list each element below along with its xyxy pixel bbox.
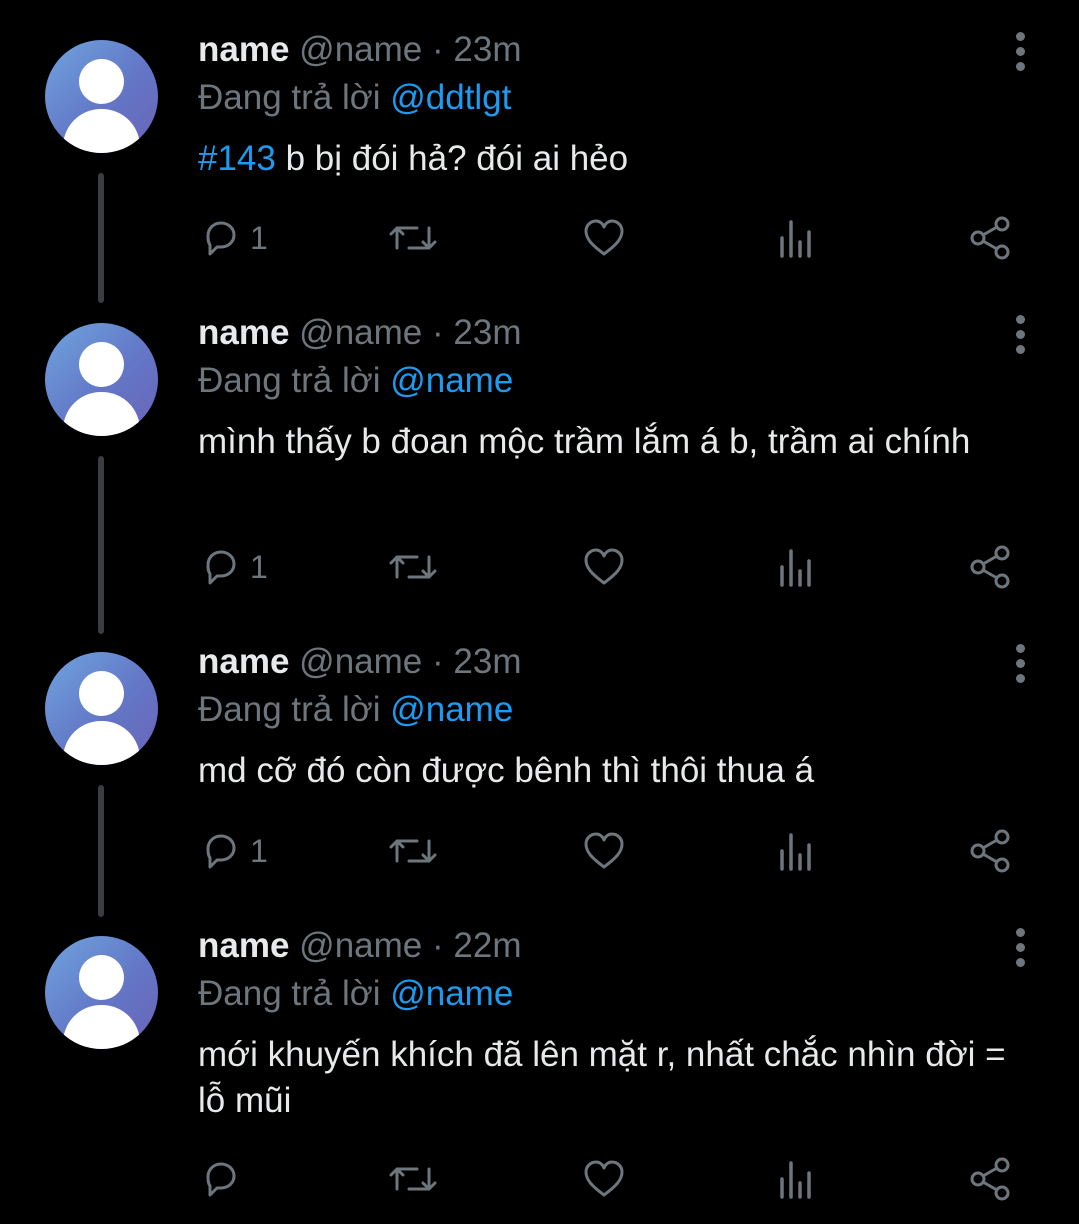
more-icon[interactable] xyxy=(1008,644,1034,684)
avatar[interactable] xyxy=(45,323,158,436)
more-icon[interactable] xyxy=(1008,32,1034,72)
analytics-button[interactable] xyxy=(778,1157,816,1201)
reply-button[interactable] xyxy=(200,1157,250,1201)
reply-button[interactable]: 1 xyxy=(200,216,268,260)
tweet-text: md cỡ đó còn được bênh thì thôi thua á xyxy=(198,748,1018,794)
like-button[interactable] xyxy=(582,216,626,260)
retweet-button[interactable] xyxy=(387,545,439,589)
separator-dot: · xyxy=(432,642,444,681)
retweet-button[interactable] xyxy=(387,216,439,260)
user-handle[interactable]: @name xyxy=(299,642,422,681)
reply-count: 1 xyxy=(250,220,268,256)
tweet-header: name @name · 23m xyxy=(198,30,521,70)
reply-mention-link[interactable]: @name xyxy=(390,974,513,1013)
analytics-icon xyxy=(780,833,811,871)
share-icon xyxy=(970,545,1010,589)
tweet-text: mình thấy b đoan mộc trầm lắm á b, trầm … xyxy=(198,419,1018,465)
timestamp[interactable]: 23m xyxy=(453,642,521,681)
tweet-header: name @name · 23m xyxy=(198,313,521,353)
reply-button[interactable]: 1 xyxy=(200,545,268,589)
tweet-body: md cỡ đó còn được bênh thì thôi thua á xyxy=(198,751,815,790)
like-button[interactable] xyxy=(582,829,626,873)
like-icon xyxy=(584,219,624,256)
replying-to: Đang trả lời @name xyxy=(198,361,513,401)
timestamp[interactable]: 23m xyxy=(453,30,521,69)
action-bar: 1 xyxy=(0,829,1079,873)
like-icon xyxy=(584,548,624,585)
retweet-icon xyxy=(389,1167,437,1191)
display-name[interactable]: name xyxy=(198,926,289,965)
more-icon[interactable] xyxy=(1008,315,1034,355)
reply-count: 1 xyxy=(250,833,268,869)
action-bar: 1 xyxy=(0,216,1079,260)
separator-dot: · xyxy=(432,313,444,352)
reply-icon xyxy=(206,834,236,869)
avatar[interactable] xyxy=(45,652,158,765)
tweet-header: name @name · 23m xyxy=(198,642,521,682)
analytics-button[interactable] xyxy=(778,216,816,260)
like-icon xyxy=(584,832,624,869)
reply-button[interactable]: 1 xyxy=(200,829,268,873)
share-button[interactable] xyxy=(968,829,1012,873)
display-name[interactable]: name xyxy=(198,30,289,69)
tweet-header: name @name · 22m xyxy=(198,926,521,966)
reply-icon xyxy=(206,221,236,256)
analytics-icon xyxy=(780,1161,811,1199)
replying-to: Đang trả lời @ddtlgt xyxy=(198,78,511,118)
thread-line xyxy=(98,785,104,917)
avatar[interactable] xyxy=(45,40,158,153)
retweet-button[interactable] xyxy=(387,829,439,873)
like-icon xyxy=(584,1160,624,1197)
display-name[interactable]: name xyxy=(198,313,289,352)
user-handle[interactable]: @name xyxy=(299,313,422,352)
replying-to: Đang trả lời @name xyxy=(198,974,513,1014)
reply-count: 1 xyxy=(250,549,268,585)
share-button[interactable] xyxy=(968,545,1012,589)
user-handle[interactable]: @name xyxy=(299,926,422,965)
like-button[interactable] xyxy=(582,1157,626,1201)
hashtag-link[interactable]: #143 xyxy=(198,139,276,178)
tweet-text: mới khuyến khích đã lên mặt r, nhất chắc… xyxy=(198,1032,1018,1124)
replying-label: Đang trả lời xyxy=(198,78,381,117)
like-button[interactable] xyxy=(582,545,626,589)
display-name[interactable]: name xyxy=(198,642,289,681)
tweet-body: b bị đói hả? đói ai hẻo xyxy=(275,139,629,178)
share-button[interactable] xyxy=(968,1157,1012,1201)
reply-icon xyxy=(206,550,236,585)
thread-line xyxy=(98,173,104,303)
tweet-body: mới khuyến khích đã lên mặt r, nhất chắc… xyxy=(198,1035,1006,1120)
retweet-icon xyxy=(389,839,437,863)
reply-mention-link[interactable]: @name xyxy=(390,690,513,729)
retweet-button[interactable] xyxy=(387,1157,439,1201)
analytics-icon xyxy=(780,549,811,587)
reply-icon xyxy=(206,1162,236,1197)
retweet-icon xyxy=(389,555,437,579)
timestamp[interactable]: 23m xyxy=(453,313,521,352)
retweet-icon xyxy=(389,226,437,250)
action-bar: 1 xyxy=(0,545,1079,589)
tweet-text: #143 b bị đói hả? đói ai hẻo xyxy=(198,136,1018,182)
action-bar xyxy=(0,1157,1079,1201)
separator-dot: · xyxy=(432,926,444,965)
reply-mention-link[interactable]: @name xyxy=(390,361,513,400)
replying-label: Đang trả lời xyxy=(198,690,381,729)
reply-mention-link[interactable]: @ddtlgt xyxy=(390,78,511,117)
share-icon xyxy=(970,216,1010,260)
separator-dot: · xyxy=(432,30,444,69)
replying-label: Đang trả lời xyxy=(198,361,381,400)
avatar[interactable] xyxy=(45,936,158,1049)
thread-line xyxy=(98,456,104,634)
replying-to: Đang trả lời @name xyxy=(198,690,513,730)
tweet-body: mình thấy b đoan mộc trầm lắm á b, trầm … xyxy=(198,422,971,461)
share-icon xyxy=(970,829,1010,873)
more-icon[interactable] xyxy=(1008,928,1034,968)
analytics-button[interactable] xyxy=(778,545,816,589)
analytics-button[interactable] xyxy=(778,829,816,873)
user-handle[interactable]: @name xyxy=(299,30,422,69)
replying-label: Đang trả lời xyxy=(198,974,381,1013)
analytics-icon xyxy=(780,220,811,258)
share-icon xyxy=(970,1157,1010,1201)
timestamp[interactable]: 22m xyxy=(453,926,521,965)
share-button[interactable] xyxy=(968,216,1012,260)
